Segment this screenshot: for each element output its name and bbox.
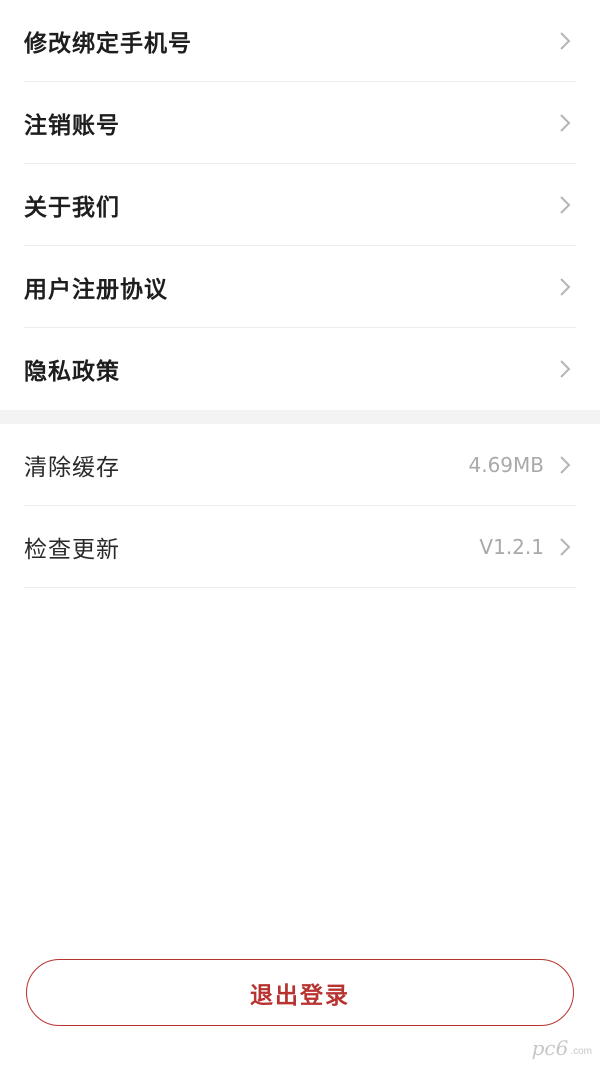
chevron-right-icon — [554, 276, 576, 298]
section-separator — [0, 410, 600, 424]
watermark-logo: pc6 .com — [532, 1036, 592, 1060]
row-clear-cache[interactable]: 清除缓存 4.69MB — [24, 424, 576, 506]
row-user-agreement[interactable]: 用户注册协议 — [24, 246, 576, 328]
row-check-update[interactable]: 检查更新 V1.2.1 — [24, 506, 576, 588]
chevron-right-icon — [554, 454, 576, 476]
row-change-phone[interactable]: 修改绑定手机号 — [24, 0, 576, 82]
row-right: 4.69MB — [468, 453, 576, 477]
row-label: 修改绑定手机号 — [24, 30, 192, 57]
version-value: V1.2.1 — [479, 534, 544, 559]
row-privacy-policy[interactable]: 隐私政策 — [24, 328, 576, 410]
row-right — [554, 358, 576, 380]
row-label: 关于我们 — [24, 194, 120, 221]
logout-button[interactable]: 退出登录 — [26, 959, 574, 1026]
row-delete-account[interactable]: 注销账号 — [24, 82, 576, 164]
row-label: 清除缓存 — [24, 454, 120, 481]
chevron-right-icon — [554, 30, 576, 52]
row-right — [554, 276, 576, 298]
chevron-right-icon — [554, 536, 576, 558]
logout-container: 退出登录 — [26, 959, 574, 1026]
chevron-right-icon — [554, 112, 576, 134]
row-label: 注销账号 — [24, 112, 120, 139]
chevron-right-icon — [554, 194, 576, 216]
row-about-us[interactable]: 关于我们 — [24, 164, 576, 246]
chevron-right-icon — [554, 358, 576, 380]
row-right — [554, 30, 576, 52]
row-right — [554, 194, 576, 216]
row-label: 检查更新 — [24, 536, 120, 563]
account-settings-group: 修改绑定手机号 注销账号 关于我们 用户注册协议 隐私政策 — [0, 0, 600, 410]
row-right: V1.2.1 — [479, 535, 576, 559]
watermark-sub: .com — [570, 1046, 592, 1057]
row-label: 用户注册协议 — [24, 276, 168, 303]
row-right — [554, 112, 576, 134]
row-label: 隐私政策 — [24, 359, 120, 385]
cache-size-value: 4.69MB — [468, 452, 544, 477]
watermark-main: pc6 — [531, 1036, 569, 1060]
system-settings-group: 清除缓存 4.69MB 检查更新 V1.2.1 — [0, 424, 600, 588]
